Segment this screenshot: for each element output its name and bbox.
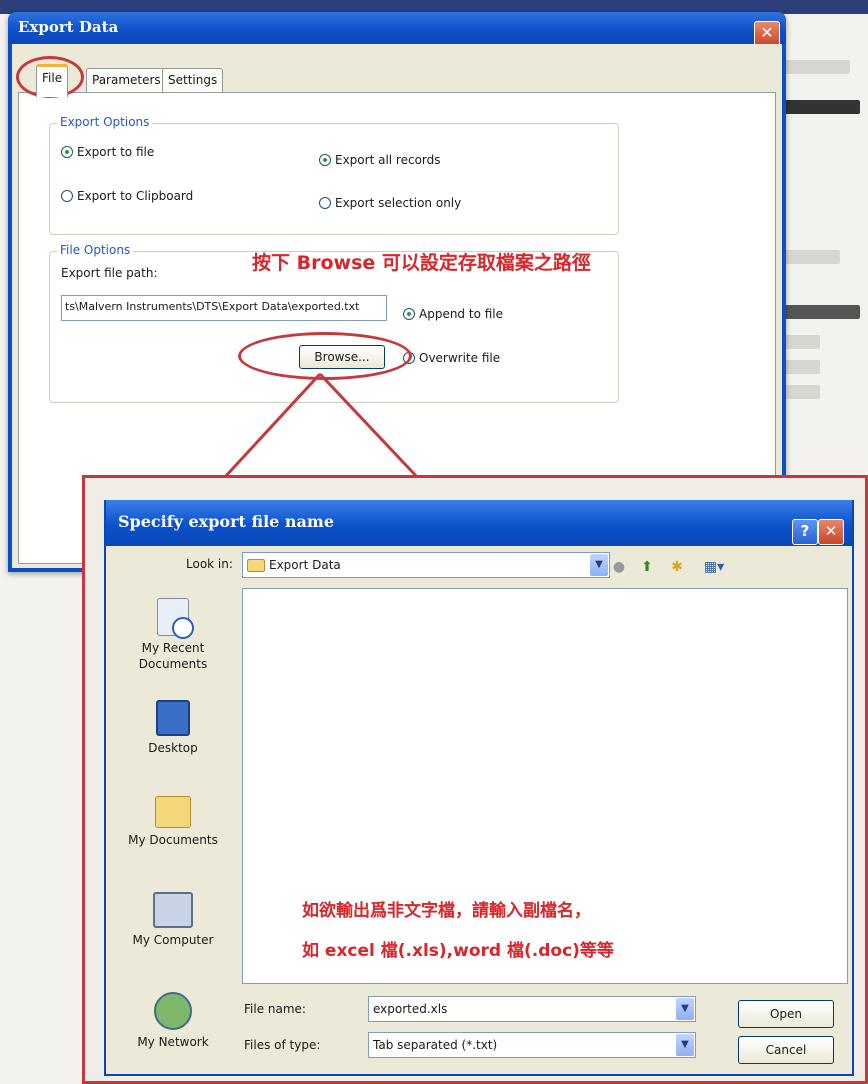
- place-label: Desktop: [148, 741, 198, 755]
- network-icon: [154, 992, 192, 1030]
- open-button[interactable]: Open: [738, 1000, 834, 1028]
- place-label: My Documents: [128, 833, 218, 847]
- up-folder-icon[interactable]: ⬆: [638, 558, 656, 576]
- place-desktop[interactable]: Desktop: [112, 700, 234, 756]
- back-icon[interactable]: ●: [610, 558, 628, 576]
- files-of-type-label: Files of type:: [244, 1038, 321, 1052]
- my-documents-folder-icon: [155, 796, 191, 828]
- desktop-icon: [156, 700, 190, 736]
- place-my-computer[interactable]: My Computer: [112, 892, 234, 948]
- file-name-field[interactable]: exported.xls ▼: [368, 996, 696, 1022]
- help-icon[interactable]: ?: [792, 519, 818, 545]
- connector-line-right: [318, 372, 420, 480]
- folder-icon: [247, 559, 265, 572]
- look-in-combo[interactable]: Export Data ▼: [242, 552, 610, 578]
- extension-annotation-line2: 如 excel 檔(.xls),word 檔(.doc)等等: [302, 941, 614, 961]
- dialog-title-bar: Specify export file name ? ✕: [106, 500, 852, 546]
- files-of-type-value: Tab separated (*.txt): [373, 1038, 498, 1052]
- file-name-label: File name:: [244, 1002, 306, 1016]
- close-icon[interactable]: ✕: [818, 519, 844, 545]
- place-my-documents[interactable]: My Documents: [112, 796, 234, 848]
- connector-line-left: [222, 372, 322, 480]
- file-list-view[interactable]: [242, 588, 848, 984]
- computer-icon: [153, 892, 193, 928]
- view-menu-icon[interactable]: ▦▾: [700, 558, 728, 576]
- file-name-value: exported.xls: [373, 1002, 448, 1016]
- look-in-value: Export Data: [269, 558, 341, 572]
- cancel-button[interactable]: Cancel: [738, 1036, 834, 1064]
- place-label: My Recent Documents: [138, 641, 208, 671]
- place-label: My Network: [137, 1035, 209, 1049]
- places-bar: My Recent Documents Desktop My Documents…: [112, 588, 234, 1064]
- place-label: My Computer: [132, 933, 214, 947]
- place-my-network[interactable]: My Network: [112, 992, 234, 1050]
- chevron-down-icon[interactable]: ▼: [676, 1034, 694, 1056]
- dialog-title: Specify export file name: [118, 512, 335, 531]
- chevron-down-icon[interactable]: ▼: [676, 998, 694, 1020]
- new-folder-icon[interactable]: ✱: [668, 558, 686, 576]
- files-of-type-combo[interactable]: Tab separated (*.txt) ▼: [368, 1032, 696, 1058]
- extension-annotation-line1: 如欲輸出爲非文字檔，請輸入副檔名，: [302, 901, 591, 921]
- place-my-recent-documents[interactable]: My Recent Documents: [112, 598, 234, 672]
- recent-documents-icon: [157, 598, 194, 639]
- look-in-label: Look in:: [186, 557, 233, 571]
- specify-export-dialog: Specify export file name ? ✕ Look in: Ex…: [104, 500, 854, 1076]
- tab-file[interactable]: File: [36, 64, 69, 97]
- chevron-down-icon[interactable]: ▼: [590, 554, 608, 576]
